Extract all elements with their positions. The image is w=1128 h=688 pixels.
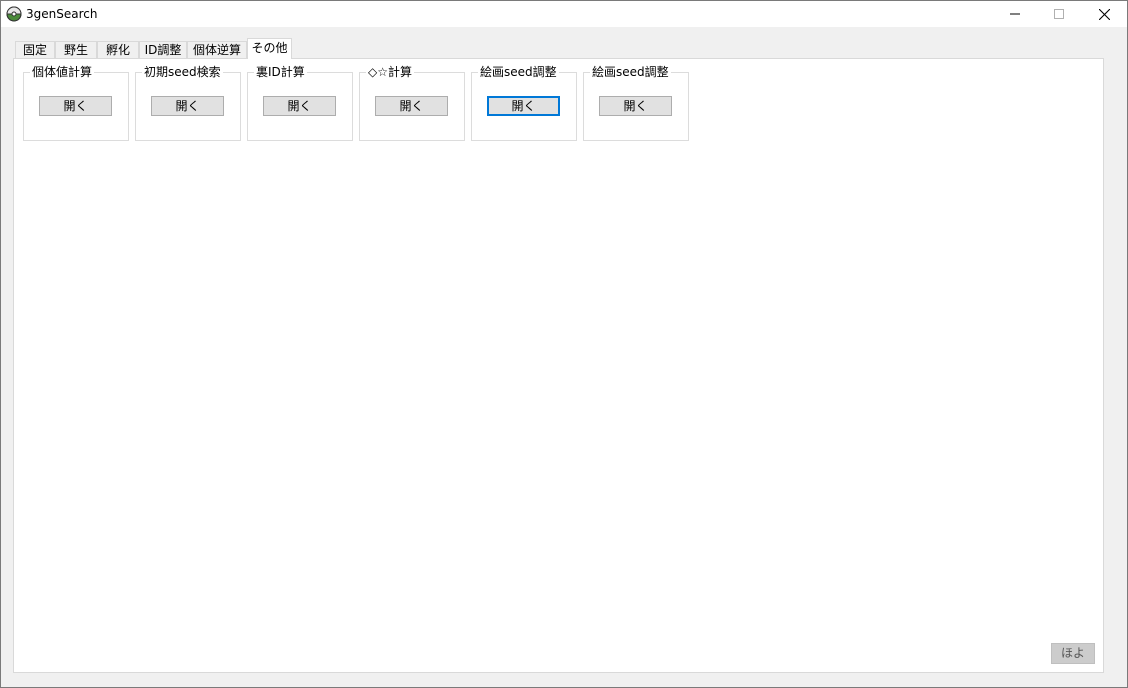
group-secret-id-calc: 裏ID計算 開く <box>247 65 353 141</box>
group-title: 裏ID計算 <box>254 65 307 79</box>
minimize-button[interactable] <box>992 1 1038 27</box>
close-icon <box>1098 8 1110 20</box>
tab-panel-other <box>13 58 1104 673</box>
group-title: 絵画seed調整 <box>478 65 559 79</box>
tab-reverse-calc[interactable]: 個体逆算 <box>187 41 247 58</box>
open-painting-seed-adjust-2-button[interactable]: 開く <box>599 96 672 116</box>
maximize-button[interactable] <box>1036 1 1082 27</box>
group-painting-seed-adjust-2: 絵画seed調整 開く <box>583 65 689 141</box>
tab-wild[interactable]: 野生 <box>55 41 97 58</box>
window-title: 3genSearch <box>26 7 98 21</box>
group-title: 絵画seed調整 <box>590 65 671 79</box>
tab-fixed[interactable]: 固定 <box>15 41 55 58</box>
open-secret-id-calc-button[interactable]: 開く <box>263 96 336 116</box>
maximize-icon <box>1054 9 1064 19</box>
group-title: ◇☆計算 <box>366 65 414 79</box>
close-button[interactable] <box>1081 1 1127 27</box>
open-initial-seed-search-button[interactable]: 開く <box>151 96 224 116</box>
hoyo-button[interactable]: ほよ <box>1051 643 1095 664</box>
pokeball-app-icon <box>6 6 22 22</box>
group-painting-seed-adjust: 絵画seed調整 開く <box>471 65 577 141</box>
tab-hatch[interactable]: 孵化 <box>97 41 139 58</box>
title-bar[interactable]: 3genSearch <box>1 1 1127 27</box>
open-painting-seed-adjust-button[interactable]: 開く <box>487 96 560 116</box>
tab-other[interactable]: その他 <box>247 38 292 59</box>
group-title: 個体値計算 <box>30 65 95 79</box>
group-diamond-star-calc: ◇☆計算 開く <box>359 65 465 141</box>
minimize-icon <box>1010 13 1020 15</box>
group-title: 初期seed検索 <box>142 65 223 79</box>
open-diamond-star-calc-button[interactable]: 開く <box>375 96 448 116</box>
tab-id-adjust[interactable]: ID調整 <box>139 41 187 58</box>
group-initial-seed-search: 初期seed検索 開く <box>135 65 241 141</box>
group-iv-calc: 個体値計算 開く <box>23 65 129 141</box>
open-iv-calc-button[interactable]: 開く <box>39 96 112 116</box>
